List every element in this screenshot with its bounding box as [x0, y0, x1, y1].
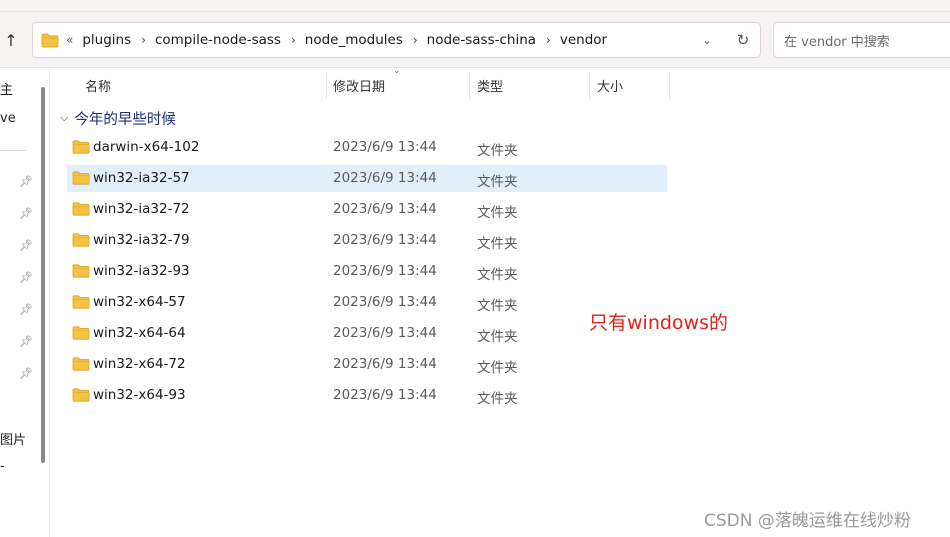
file-date: 2023/6/9 13:44	[333, 263, 437, 279]
file-date: 2023/6/9 13:44	[333, 170, 437, 186]
file-type: 文件夹	[477, 329, 518, 345]
file-name: win32-x64-72	[93, 356, 186, 372]
refresh-icon[interactable]: ↻	[733, 29, 753, 51]
nav-item-partial[interactable]: 主	[0, 79, 13, 98]
file-name: win32-x64-64	[93, 325, 186, 341]
breadcrumb-node-modules[interactable]: node_modules	[305, 32, 403, 48]
top-toolbar: ↑ « plugins › compile-node-sass › node_m…	[0, 0, 950, 68]
search-input[interactable]: 在 vendor 中搜索	[773, 22, 950, 58]
chevron-right-icon[interactable]: ›	[413, 33, 418, 47]
file-date: 2023/6/9 13:44	[333, 325, 437, 341]
folder-icon	[72, 295, 90, 313]
file-row[interactable]: win32-x64-64 2023/6/9 13:44 文件夹	[67, 320, 667, 347]
folder-icon	[72, 202, 90, 220]
file-type: 文件夹	[477, 205, 518, 221]
group-header[interactable]: ⌵ 今年的早些时候	[60, 108, 176, 128]
chevron-down-icon[interactable]: ⌄	[698, 31, 716, 49]
file-row[interactable]: darwin-x64-102 2023/6/9 13:44 文件夹	[67, 134, 667, 161]
navigation-pane: 主 ve 📌︎ 📌︎ 📌︎ 📌︎ 📌︎ 📌︎ 📌︎ 图片 -	[0, 69, 50, 537]
pin-icon[interactable]: 📌︎	[19, 368, 33, 380]
pin-icon[interactable]: 📌︎	[19, 176, 33, 188]
folder-icon	[41, 33, 59, 48]
nav-item-pictures[interactable]: 图片	[0, 429, 26, 448]
file-name: win32-ia32-57	[93, 170, 190, 186]
file-type: 文件夹	[477, 267, 518, 283]
breadcrumb-vendor[interactable]: vendor	[560, 32, 607, 48]
file-name: win32-ia32-93	[93, 263, 190, 279]
pin-icon[interactable]: 📌︎	[19, 272, 33, 284]
folder-icon	[72, 140, 90, 158]
nav-scrollbar[interactable]	[41, 87, 45, 463]
file-name: darwin-x64-102	[93, 139, 200, 155]
file-type: 文件夹	[477, 360, 518, 376]
file-date: 2023/6/9 13:44	[333, 201, 437, 217]
file-row[interactable]: win32-x64-72 2023/6/9 13:44 文件夹	[67, 351, 667, 378]
folder-icon	[72, 264, 90, 282]
column-header-date[interactable]: 修改日期	[326, 72, 470, 99]
chevron-right-icon[interactable]: ›	[546, 33, 551, 47]
column-header-name[interactable]: 名称	[78, 72, 327, 99]
folder-icon	[72, 357, 90, 375]
pin-icon[interactable]: 📌︎	[19, 208, 33, 220]
chevron-right-icon[interactable]: ›	[291, 33, 296, 47]
group-label: 今年的早些时候	[74, 111, 176, 128]
folder-icon	[72, 326, 90, 344]
file-row[interactable]: win32-ia32-57 2023/6/9 13:44 文件夹	[67, 165, 667, 192]
nav-item-partial[interactable]: -	[0, 459, 5, 474]
folder-icon	[72, 171, 90, 189]
folder-icon	[72, 233, 90, 251]
file-date: 2023/6/9 13:44	[333, 139, 437, 155]
tab-strip-edge	[0, 0, 950, 12]
file-name: win32-x64-93	[93, 387, 186, 403]
pin-icon[interactable]: 📌︎	[19, 336, 33, 348]
file-row[interactable]: win32-ia32-79 2023/6/9 13:44 文件夹	[67, 227, 667, 254]
column-header-type[interactable]: 类型	[470, 72, 590, 99]
address-bar[interactable]: « plugins › compile-node-sass › node_mod…	[32, 22, 761, 58]
file-name: win32-ia32-79	[93, 232, 190, 248]
up-arrow-icon[interactable]: ↑	[0, 26, 22, 54]
file-row[interactable]: win32-ia32-93 2023/6/9 13:44 文件夹	[67, 258, 667, 285]
file-date: 2023/6/9 13:44	[333, 387, 437, 403]
file-date: 2023/6/9 13:44	[333, 232, 437, 248]
watermark: CSDN @落魄运维在线炒粉	[704, 511, 911, 531]
file-name: win32-x64-57	[93, 294, 186, 310]
breadcrumb-overflow-icon[interactable]: «	[66, 33, 73, 47]
file-row[interactable]: win32-x64-93 2023/6/9 13:44 文件夹	[67, 382, 667, 409]
file-name: win32-ia32-72	[93, 201, 190, 217]
file-type: 文件夹	[477, 174, 518, 190]
file-type: 文件夹	[477, 391, 518, 407]
file-type: 文件夹	[477, 143, 518, 159]
file-row[interactable]: win32-ia32-72 2023/6/9 13:44 文件夹	[67, 196, 667, 223]
folder-icon	[72, 388, 90, 406]
file-date: 2023/6/9 13:44	[333, 356, 437, 372]
file-type: 文件夹	[477, 298, 518, 314]
chevron-down-icon[interactable]: ⌵	[60, 111, 68, 125]
chevron-right-icon[interactable]: ›	[141, 33, 146, 47]
file-row[interactable]: win32-x64-57 2023/6/9 13:44 文件夹	[67, 289, 667, 316]
annotation-text: 只有windows的	[589, 312, 728, 334]
pin-icon[interactable]: 📌︎	[19, 304, 33, 316]
breadcrumb-plugins[interactable]: plugins	[82, 32, 131, 48]
pin-icon[interactable]: 📌︎	[19, 240, 33, 252]
breadcrumb-node-sass-china[interactable]: node-sass-china	[427, 32, 536, 48]
file-type: 文件夹	[477, 236, 518, 252]
column-header-size[interactable]: 大小	[590, 72, 670, 99]
file-date: 2023/6/9 13:44	[333, 294, 437, 310]
nav-divider	[0, 150, 26, 151]
nav-item-partial[interactable]: ve	[0, 111, 16, 126]
breadcrumb-compile-node-sass[interactable]: compile-node-sass	[155, 32, 281, 48]
